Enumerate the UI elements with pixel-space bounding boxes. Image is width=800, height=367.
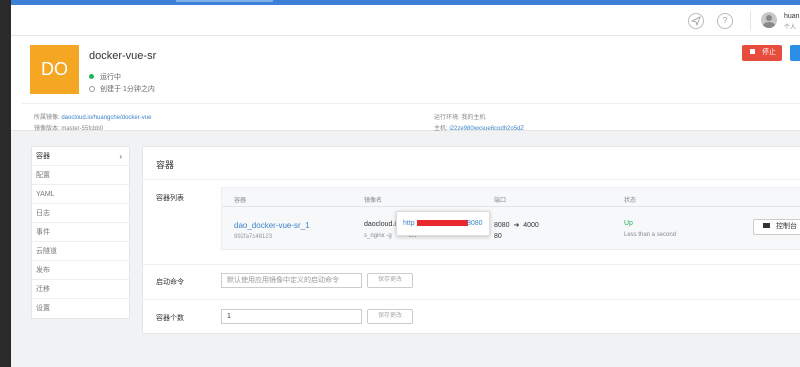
chevron-right-icon: › (119, 152, 122, 161)
port-to: 4000 (523, 222, 539, 229)
app-info: DO docker-vue-sr 运行中 创建于 1分钟之内 停止 所属镜像: … (11, 36, 800, 132)
save-count-button[interactable]: 保存更改 (367, 309, 413, 324)
panel-title: 容器 (156, 160, 175, 170)
container-status-time: Less than a second (624, 232, 677, 238)
header-divider (750, 11, 751, 31)
sidebar-item-events[interactable]: 事件 (32, 223, 129, 242)
table-header-container: 容器 (234, 198, 247, 204)
stop-button[interactable]: 停止 (742, 45, 782, 61)
meta-image-label: 所属镜像: (34, 115, 60, 121)
app-logo: DO (30, 45, 79, 94)
app-created: 创建于 1分钟之内 (89, 84, 155, 94)
meta-host-link[interactable]: i22ze980wxsue6codh2o5dZ (449, 126, 524, 132)
meta-host: 主机: i22ze980wxsue6codh2o5dZ (434, 123, 524, 132)
console-button[interactable]: 控制台 (753, 219, 800, 235)
containers-panel: 容器 容器列表 容器 镜像名 端口 状态 dao_docker-vue-sr_1… (142, 146, 800, 334)
row-divider (143, 264, 800, 265)
meta-host-label: 主机: (434, 126, 448, 132)
help-icon[interactable]: ? (717, 13, 733, 29)
start-cmd-input[interactable]: 默认使用应用镜像中定义的启动命令 (221, 273, 362, 288)
container-image: daocloud.i (364, 221, 396, 228)
sidebar-item-migrate[interactable]: 迁移 (32, 280, 129, 299)
port-mapping: 8080 ➜ 4000 (494, 221, 539, 229)
left-dark-bar (0, 0, 11, 367)
user-name[interactable]: huan (784, 13, 800, 20)
popup-link-suffix[interactable]: 8080 (467, 220, 483, 227)
container-count-input[interactable]: 1 (221, 309, 362, 324)
user-sub: 个人 (784, 25, 797, 31)
app-status: 运行中 (89, 72, 121, 82)
popup-link-prefix[interactable]: http (403, 220, 415, 227)
meta-version-value: master-55fcbb0 (61, 126, 104, 132)
sidebar-item-yaml[interactable]: YAML (32, 185, 129, 204)
table-header-port: 端口 (494, 198, 507, 204)
container-status: Up (624, 220, 633, 227)
container-list-label: 容器列表 (156, 195, 184, 202)
clock-icon (89, 86, 95, 92)
stop-label: 停止 (762, 49, 776, 56)
terminal-icon (763, 223, 770, 228)
container-id: 992fa7c48123 (234, 234, 273, 240)
container-name-link[interactable]: dao_docker-vue-sr_1 (234, 221, 310, 230)
sidebar-item-settings[interactable]: 设置 (32, 299, 129, 318)
stop-icon (750, 49, 755, 54)
port-link-popup: http 8080 (396, 211, 490, 236)
action-button[interactable] (790, 45, 800, 61)
meta-env: 运行环境: 我的主机 (434, 112, 485, 121)
meta-version: 镜像版本: master-55fcbb0 (34, 123, 103, 132)
container-count-label: 容器个数 (156, 315, 184, 322)
image-cmd-text: s_nginx -g (364, 233, 392, 239)
port-from: 8080 (494, 222, 510, 229)
app-name: docker-vue-sr (89, 50, 157, 62)
meta-image: 所属镜像: daocloud.io/huangche/docker-vue (34, 112, 151, 121)
save-start-cmd-button[interactable]: 保存更改 (367, 273, 413, 288)
sidebar-item-logs[interactable]: 日志 (32, 204, 129, 223)
container-table: 容器 镜像名 端口 状态 dao_docker-vue-sr_1 992fa7c… (221, 187, 800, 250)
running-dot-icon (89, 74, 94, 79)
redacted-url (417, 220, 468, 226)
meta-env-label: 运行环境: (434, 115, 460, 121)
start-cmd-label: 启动命令 (156, 279, 184, 286)
header: ? huan 个人 (11, 5, 800, 36)
top-nav-tab[interactable] (176, 0, 273, 2)
side-menu: 容器 › 配置 YAML 日志 事件 云隧道 发布 迁移 设置 (31, 146, 130, 319)
sidebar-item-tunnel[interactable]: 云隧道 (32, 242, 129, 261)
panel-divider (143, 179, 800, 180)
sidebar-item-containers[interactable]: 容器 › (32, 147, 129, 166)
meta-image-link[interactable]: daocloud.io/huangche/docker-vue (61, 115, 151, 121)
table-header-divider (222, 206, 800, 207)
meta-env-value: 我的主机 (461, 115, 486, 121)
console-label: 控制台 (776, 223, 797, 230)
sidebar-item-release[interactable]: 发布 (32, 261, 129, 280)
app-created-text: 创建于 1分钟之内 (100, 86, 155, 93)
row-divider (143, 299, 800, 300)
table-header-status: 状态 (624, 198, 637, 204)
send-icon[interactable] (688, 13, 704, 29)
table-header-image: 镜像名 (364, 198, 383, 204)
meta-version-label: 镜像版本: (34, 126, 60, 132)
app-status-text: 运行中 (100, 74, 121, 81)
sidebar-item-label: 容器 (36, 153, 50, 160)
avatar[interactable] (761, 12, 777, 28)
meta-divider (22, 103, 800, 104)
sidebar-item-config[interactable]: 配置 (32, 166, 129, 185)
port-extra: 80 (494, 233, 502, 240)
arrow-right-icon: ➜ (513, 222, 520, 229)
